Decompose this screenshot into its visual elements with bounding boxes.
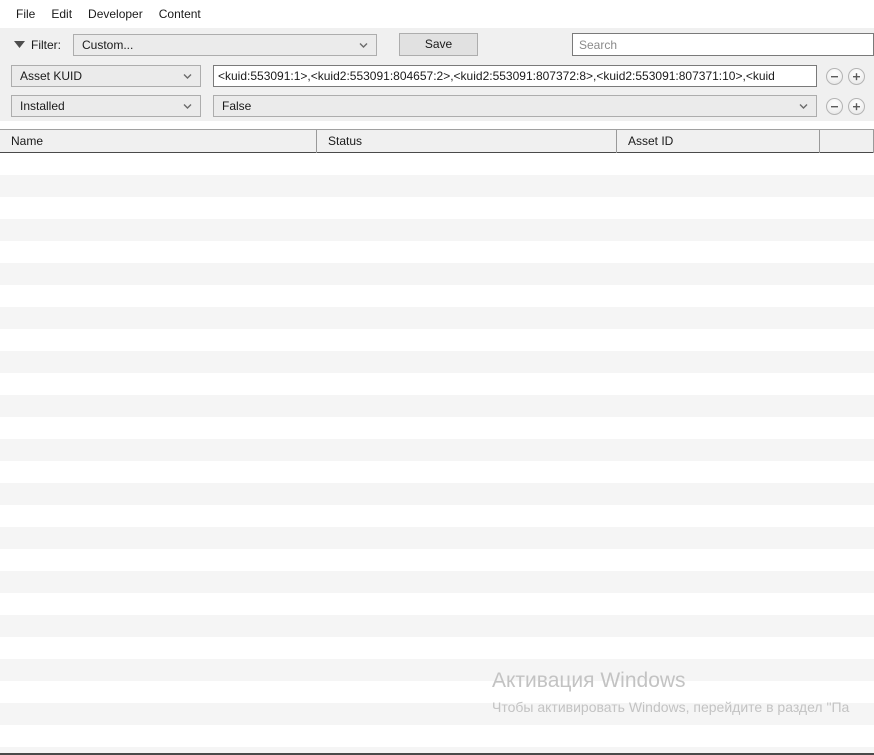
filter-toolbar: Filter: Custom... Save	[0, 28, 874, 61]
table-row[interactable]	[0, 615, 874, 637]
table-row[interactable]	[0, 417, 874, 439]
column-header-blank[interactable]	[820, 130, 874, 153]
table-row[interactable]	[0, 593, 874, 615]
plus-circle-icon[interactable]	[848, 67, 865, 85]
table-row[interactable]	[0, 395, 874, 417]
table-row[interactable]	[0, 241, 874, 263]
table-row[interactable]	[0, 219, 874, 241]
column-header-name[interactable]: Name	[0, 130, 317, 153]
table-header-row: Name Status Asset ID	[0, 129, 874, 153]
table-row[interactable]	[0, 703, 874, 725]
table-row[interactable]	[0, 659, 874, 681]
menu-bar: File Edit Developer Content	[0, 0, 874, 28]
installed-value: False	[222, 99, 252, 113]
table-row[interactable]	[0, 681, 874, 703]
filter-criteria-row-1: Asset KUID	[0, 61, 874, 91]
criteria-row-buttons-1	[826, 67, 865, 85]
asset-table: Name Status Asset ID	[0, 129, 874, 755]
column-header-asset-id[interactable]: Asset ID	[617, 130, 820, 153]
minus-circle-icon[interactable]	[826, 67, 843, 85]
chevron-down-icon	[182, 101, 193, 112]
menu-item-edit[interactable]: Edit	[43, 4, 80, 24]
table-row[interactable]	[0, 373, 874, 395]
save-button[interactable]: Save	[399, 33, 478, 56]
chevron-down-icon	[358, 39, 369, 50]
table-row[interactable]	[0, 725, 874, 747]
filter-preset-combo[interactable]: Custom...	[73, 33, 377, 56]
table-row[interactable]	[0, 153, 874, 175]
chevron-down-icon	[798, 101, 809, 112]
table-body[interactable]	[0, 153, 874, 755]
filter-preset-value: Custom...	[82, 37, 134, 52]
table-row[interactable]	[0, 461, 874, 483]
criteria-field-combo-1[interactable]: Asset KUID	[11, 65, 201, 87]
table-row[interactable]	[0, 571, 874, 593]
table-row[interactable]	[0, 351, 874, 373]
menu-item-developer[interactable]: Developer	[80, 4, 151, 24]
asset-kuid-input[interactable]	[213, 65, 817, 87]
filter-panel: Filter: Custom... Save Asset KUID	[0, 28, 874, 121]
table-row[interactable]	[0, 483, 874, 505]
chevron-down-icon	[182, 71, 193, 82]
table-row[interactable]	[0, 307, 874, 329]
table-row[interactable]	[0, 175, 874, 197]
criteria-row-buttons-2	[826, 97, 865, 115]
filter-criteria-row-2: Installed False	[0, 91, 874, 121]
menu-item-content[interactable]: Content	[151, 4, 209, 24]
column-header-status[interactable]: Status	[317, 130, 617, 153]
table-row[interactable]	[0, 637, 874, 659]
search-input[interactable]	[572, 33, 874, 56]
menu-item-file[interactable]: File	[8, 4, 43, 24]
criteria-field-value-2: Installed	[20, 99, 65, 113]
filter-label: Filter:	[31, 37, 61, 52]
installed-value-combo[interactable]: False	[213, 95, 817, 117]
table-row[interactable]	[0, 505, 874, 527]
plus-circle-icon[interactable]	[848, 97, 865, 115]
table-row[interactable]	[0, 527, 874, 549]
criteria-value-wrap-2: False	[213, 95, 817, 117]
table-row[interactable]	[0, 263, 874, 285]
criteria-field-value-1: Asset KUID	[20, 69, 83, 83]
table-row[interactable]	[0, 329, 874, 351]
minus-circle-icon[interactable]	[826, 97, 843, 115]
criteria-field-combo-2[interactable]: Installed	[11, 95, 201, 117]
table-row[interactable]	[0, 197, 874, 219]
table-row[interactable]	[0, 439, 874, 461]
criteria-value-wrap-1	[213, 65, 817, 87]
triangle-down-icon[interactable]	[12, 38, 26, 52]
table-row[interactable]	[0, 549, 874, 571]
table-row[interactable]	[0, 285, 874, 307]
